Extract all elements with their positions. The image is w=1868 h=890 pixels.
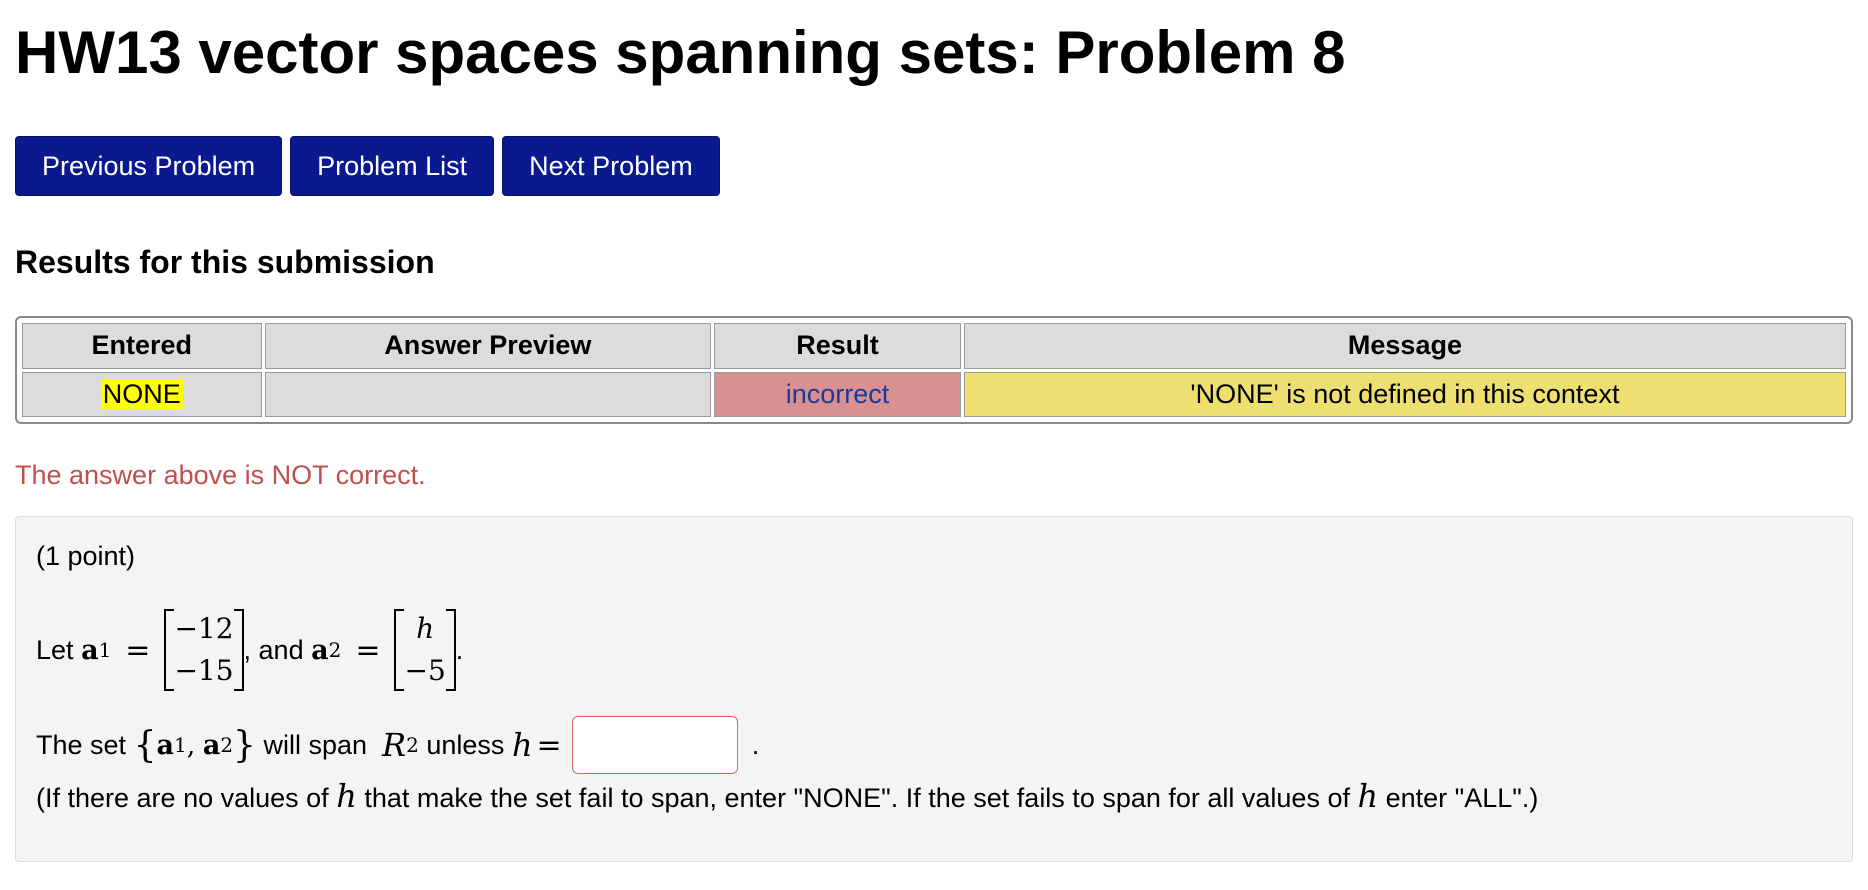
equals-sign: = bbox=[355, 632, 381, 668]
hint-text: (If there are no values of h that make t… bbox=[36, 777, 1538, 815]
entered-cell: NONE bbox=[22, 371, 262, 417]
column-header-result: Result bbox=[714, 323, 961, 369]
result-cell: incorrect bbox=[714, 371, 961, 417]
results-row: NONE incorrect 'NONE' is not defined in … bbox=[22, 371, 1846, 417]
matrix-entry: h bbox=[416, 612, 435, 645]
unless-text: unless bbox=[426, 729, 505, 760]
results-header-row: Entered Answer Preview Result Message bbox=[22, 323, 1846, 369]
column-header-answer-preview: Answer Preview bbox=[264, 323, 712, 369]
r-symbol: R bbox=[382, 726, 407, 764]
set-comma: , bbox=[186, 729, 196, 761]
equals-sign: = bbox=[125, 632, 151, 668]
equals-sign: = bbox=[536, 727, 562, 763]
answer-input[interactable] bbox=[571, 716, 738, 774]
results-table-container: Entered Answer Preview Result Message NO… bbox=[15, 316, 1853, 424]
results-heading: Results for this submission bbox=[15, 244, 435, 280]
column-header-entered: Entered bbox=[22, 323, 262, 369]
set-open-brace: { bbox=[133, 724, 157, 766]
answer-preview-cell bbox=[264, 371, 712, 417]
span-prefix-text: The set bbox=[36, 729, 127, 760]
set-a2-symbol: a bbox=[202, 729, 221, 761]
results-table: Entered Answer Preview Result Message NO… bbox=[19, 320, 1849, 420]
set-a1-subscript: 1 bbox=[173, 733, 187, 757]
will-span-text: will span bbox=[263, 729, 368, 760]
page-title: HW13 vector spaces spanning sets: Proble… bbox=[15, 19, 1346, 86]
hint-part-2: that make the set fail to span, enter "N… bbox=[364, 783, 1350, 813]
r-superscript: 2 bbox=[406, 733, 419, 757]
and-text: , and bbox=[243, 634, 304, 665]
hint-h-symbol: h bbox=[1357, 777, 1379, 815]
vector-definition-line: Let a1 = −12 −15 , and a2 = h −5 . bbox=[36, 603, 463, 697]
vector-a1-subscript: 1 bbox=[98, 638, 112, 662]
vector-a2-symbol: a bbox=[311, 634, 329, 666]
answer-status-message: The answer above is NOT correct. bbox=[15, 460, 426, 490]
matrix-entry: −12 bbox=[174, 612, 234, 645]
set-a1-symbol: a bbox=[156, 729, 174, 761]
vector-a1-symbol: a bbox=[81, 634, 99, 666]
matrix-entry: −5 bbox=[404, 654, 446, 687]
problem-list-button[interactable]: Problem List bbox=[290, 136, 495, 196]
span-question-line: The set { a1 , a2 } will span R2 unless … bbox=[36, 715, 759, 775]
input-period: . bbox=[751, 729, 760, 760]
problem-points: (1 point) bbox=[36, 541, 136, 571]
hint-part-3: enter "ALL".) bbox=[1385, 783, 1539, 813]
h-symbol: h bbox=[511, 726, 533, 764]
page: HW13 vector spaces spanning sets: Proble… bbox=[0, 0, 1868, 890]
problem-navigation: Previous Problem Problem List Next Probl… bbox=[15, 136, 720, 196]
vector-a1-matrix: −12 −15 bbox=[164, 609, 244, 691]
entered-value: NONE bbox=[100, 378, 183, 409]
let-text: Let bbox=[36, 634, 74, 665]
matrix-entry: −15 bbox=[174, 654, 234, 687]
hint-part-1: (If there are no values of bbox=[36, 783, 329, 813]
problem-box: (1 point) Let a1 = −12 −15 , and a2 = h … bbox=[15, 516, 1853, 862]
set-close-brace: } bbox=[233, 724, 256, 766]
next-problem-button[interactable]: Next Problem bbox=[502, 136, 720, 196]
vector-a2-matrix: h −5 bbox=[394, 609, 457, 691]
set-a2-subscript: 2 bbox=[220, 733, 234, 757]
previous-problem-button[interactable]: Previous Problem bbox=[15, 136, 283, 196]
column-header-message: Message bbox=[963, 323, 1846, 369]
hint-h-symbol: h bbox=[336, 777, 357, 815]
vector-a2-subscript: 2 bbox=[328, 638, 342, 662]
period: . bbox=[455, 634, 464, 665]
message-cell: 'NONE' is not defined in this context bbox=[963, 371, 1846, 417]
